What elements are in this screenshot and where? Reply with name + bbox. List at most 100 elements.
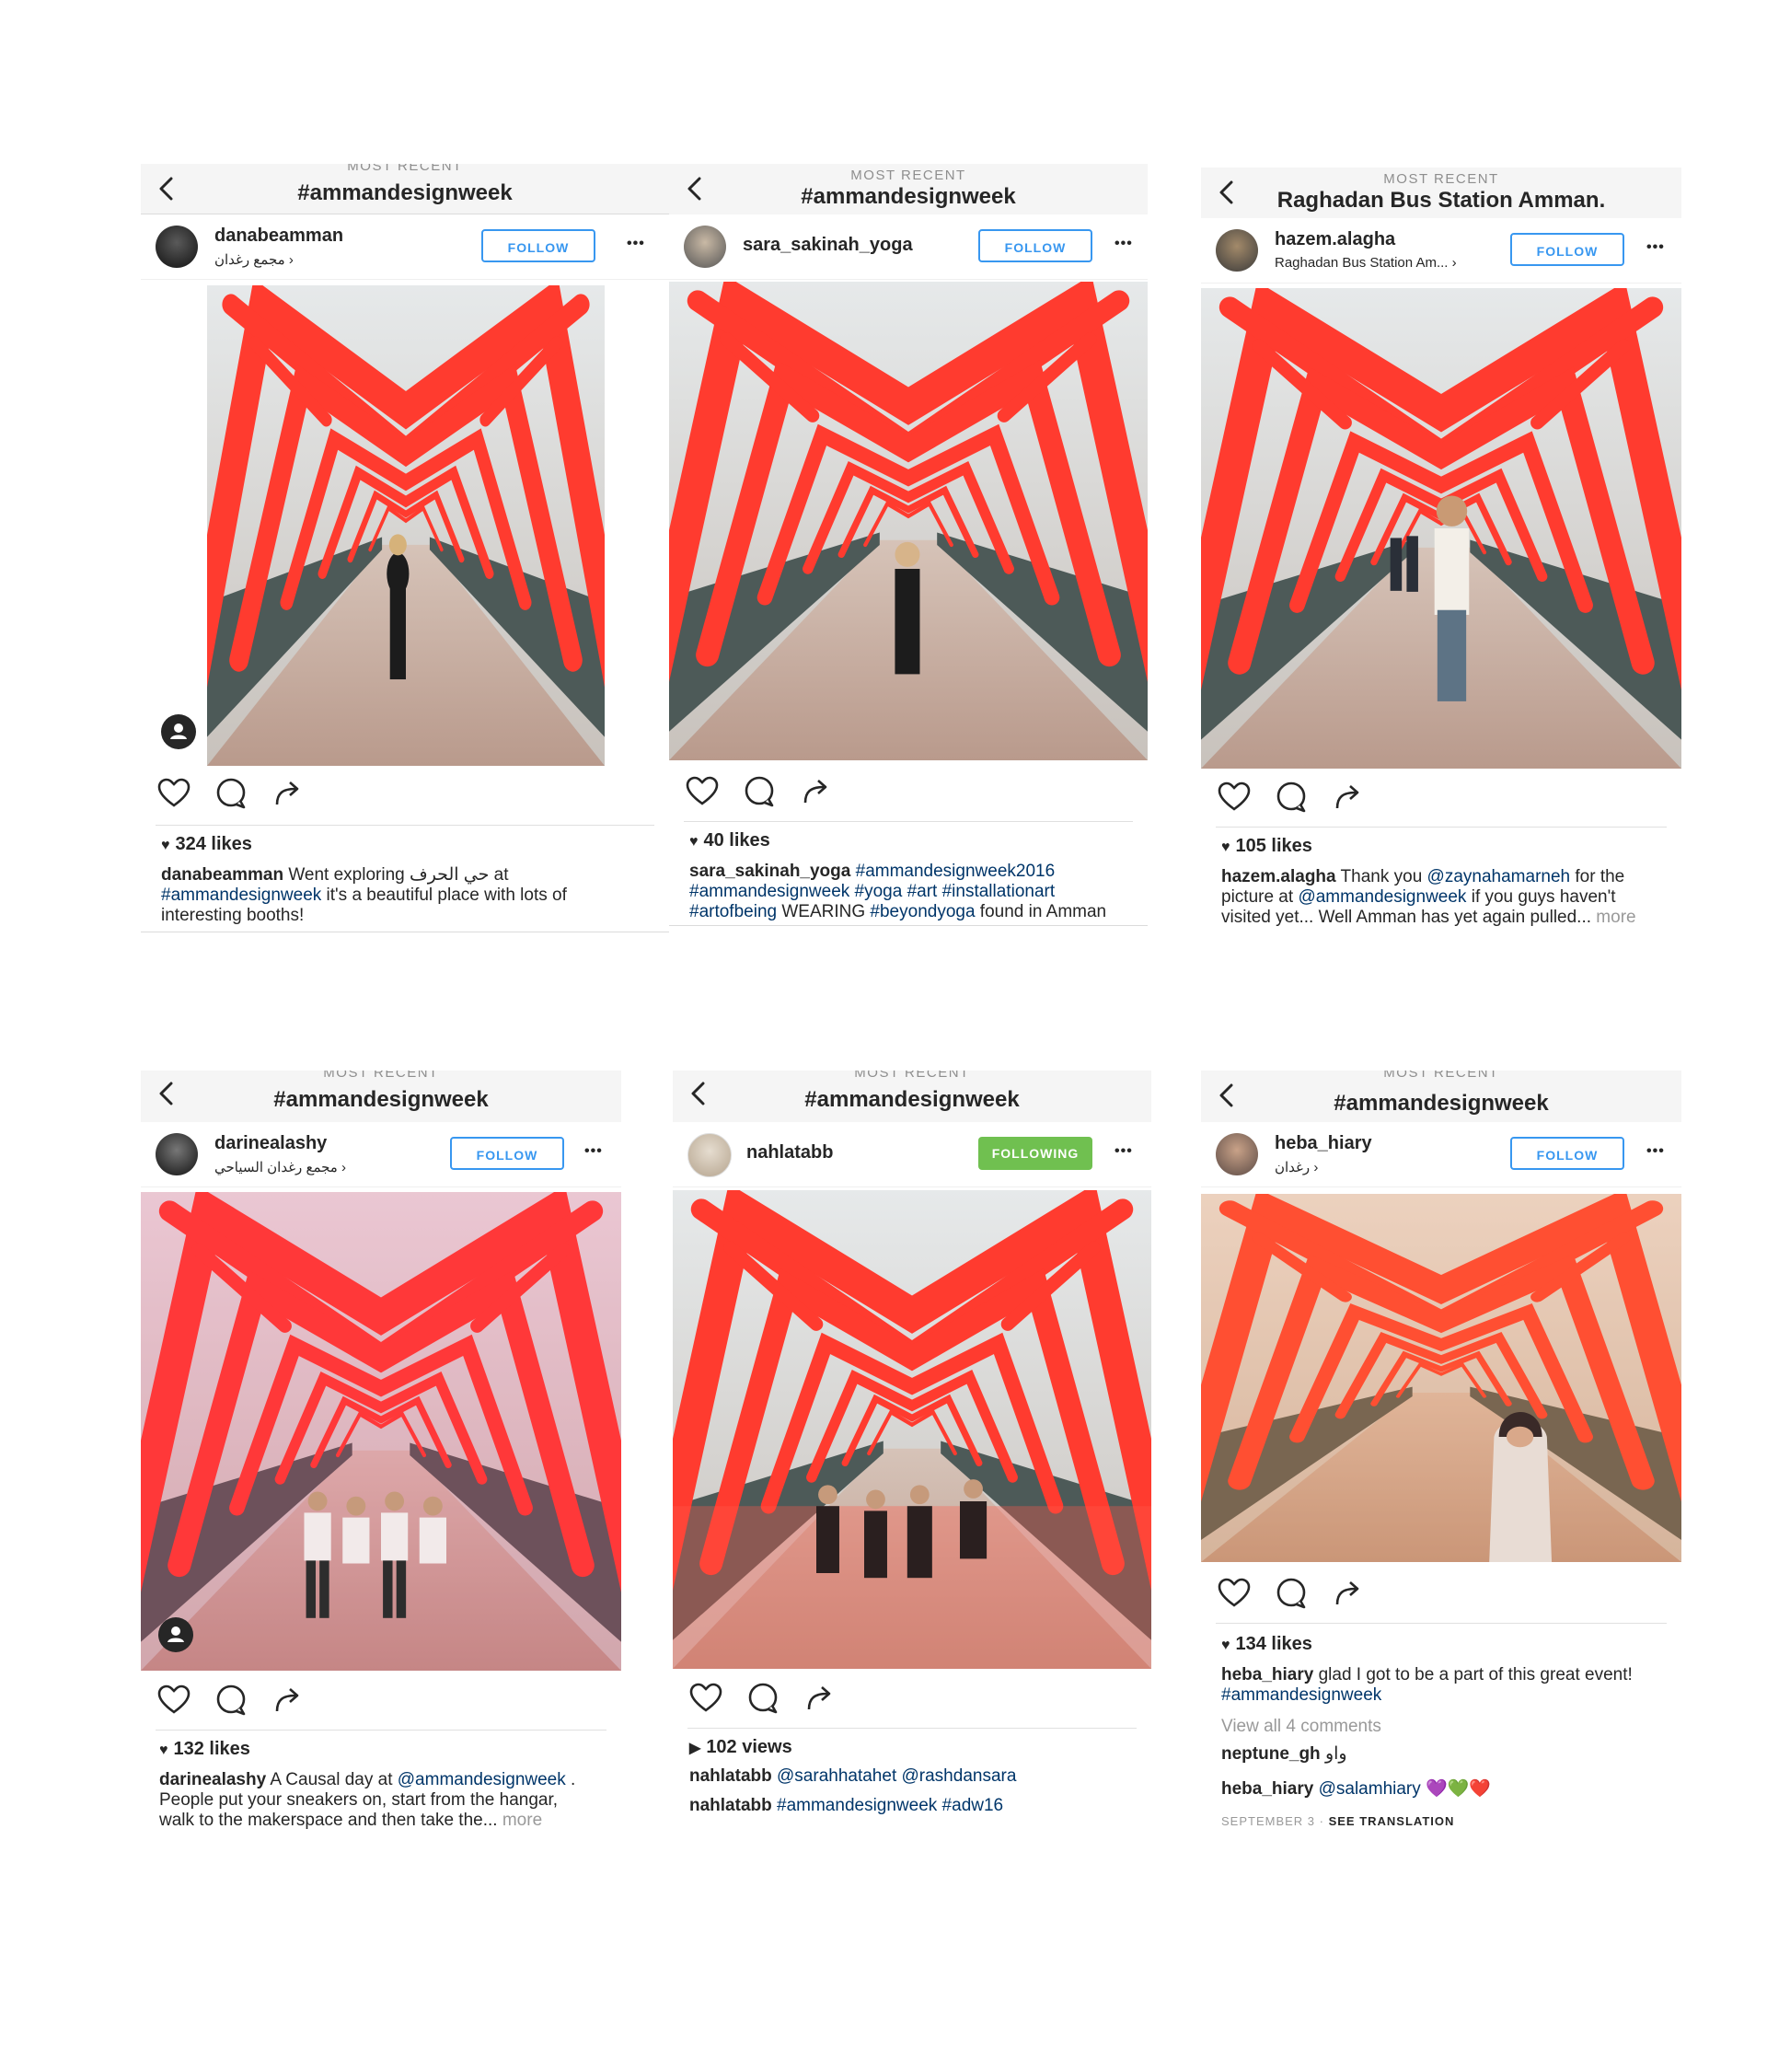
caption-username[interactable]: sara_sakinah_yoga: [689, 862, 850, 881]
more-link[interactable]: more: [502, 1811, 542, 1830]
location-link[interactable]: مجمع رغدان ›: [214, 251, 294, 268]
avatar[interactable]: [156, 226, 198, 268]
post-photo[interactable]: [673, 1190, 1151, 1669]
like-heart-icon[interactable]: [156, 775, 192, 812]
divider: [1216, 1623, 1667, 1624]
like-count[interactable]: ♥ 324 likes: [161, 834, 252, 855]
follow-button[interactable]: FOLLOW: [1510, 233, 1624, 266]
hashtag-link[interactable]: #ammandesignweek2016: [856, 862, 1056, 881]
following-button[interactable]: FOLLOWING: [978, 1137, 1092, 1170]
comment-username[interactable]: heba_hiary: [1221, 1779, 1313, 1799]
likes-text: 134 likes: [1235, 1634, 1312, 1654]
comment-bubble-icon[interactable]: [741, 773, 778, 810]
location-link[interactable]: رغدان ›: [1275, 1159, 1318, 1175]
share-arrow-icon[interactable]: [1330, 1575, 1367, 1612]
more-options-icon[interactable]: •••: [627, 235, 645, 253]
mention-link[interactable]: @zaynahamarneh: [1427, 867, 1571, 886]
mention-link[interactable]: @ammandesignweek: [398, 1770, 566, 1789]
hashtag-link[interactable]: #beyondyoga: [870, 902, 975, 921]
avatar[interactable]: [156, 1133, 198, 1175]
hashtag-link[interactable]: #ammandesignweek: [161, 886, 321, 905]
like-count[interactable]: ♥ 134 likes: [1221, 1634, 1312, 1655]
caption: heba_hiary glad I got to be a part of th…: [1221, 1665, 1681, 1706]
like-heart-icon[interactable]: [687, 1680, 724, 1717]
more-options-icon[interactable]: •••: [584, 1142, 603, 1161]
mention-link[interactable]: @salamhiary: [1319, 1779, 1421, 1799]
caption-username[interactable]: hazem.alagha: [1221, 867, 1336, 886]
comment: nahlatabb @sarahhatahet @rashdansara: [689, 1766, 1149, 1787]
like-count[interactable]: ♥ 40 likes: [689, 830, 770, 851]
emoji-hearts: 💜💚❤️: [1420, 1779, 1492, 1799]
comment-bubble-icon[interactable]: [213, 1682, 249, 1719]
post-photo[interactable]: [1201, 1194, 1681, 1562]
hashtag-link[interactable]: #ammandesignweek: [1221, 1685, 1381, 1705]
location-link[interactable]: مجمع رغدان السياحي ›: [214, 1159, 346, 1175]
post-header: heba_hiary رغدان › FOLLOW •••: [1201, 1122, 1681, 1187]
like-count[interactable]: ♥ 105 likes: [1221, 836, 1312, 857]
comment-bubble-icon[interactable]: [1273, 1575, 1310, 1612]
caption-text: .: [565, 1770, 576, 1789]
post-photo[interactable]: [1201, 288, 1681, 769]
more-options-icon[interactable]: •••: [1114, 235, 1133, 253]
post-photo[interactable]: [669, 282, 1148, 760]
follow-button[interactable]: FOLLOW: [1510, 1137, 1624, 1170]
follow-button[interactable]: FOLLOW: [450, 1137, 564, 1170]
avatar[interactable]: [684, 226, 726, 268]
comment: nahlatabb #ammandesignweek #adw16: [689, 1796, 1149, 1816]
location-link[interactable]: Raghadan Bus Station Am... ›: [1275, 255, 1457, 271]
mention-link[interactable]: @ammandesignweek: [1298, 887, 1466, 907]
share-arrow-icon[interactable]: [798, 773, 835, 810]
like-heart-icon[interactable]: [684, 773, 721, 810]
share-arrow-icon[interactable]: [1330, 779, 1367, 816]
more-options-icon[interactable]: •••: [1114, 1142, 1133, 1161]
like-heart-icon[interactable]: [156, 1682, 192, 1719]
caption-username[interactable]: danabeamman: [161, 865, 283, 885]
comment-username[interactable]: nahlatabb: [689, 1796, 772, 1815]
post-photo[interactable]: [207, 285, 605, 766]
caption-username[interactable]: darinealashy: [159, 1770, 266, 1789]
comment-bubble-icon[interactable]: [745, 1680, 781, 1717]
post-photo[interactable]: [141, 1192, 621, 1671]
tagged-user-icon[interactable]: [158, 1617, 193, 1652]
top-bar: MOST RECENT #ammandesignweek: [141, 1071, 621, 1123]
username[interactable]: danabeamman: [214, 226, 343, 247]
caption-text: People put your sneakers on, start from …: [159, 1790, 559, 1810]
caption-text: walk to the makerspace and then take the…: [159, 1811, 502, 1830]
avatar[interactable]: [1216, 229, 1258, 272]
comment-bubble-icon[interactable]: [213, 775, 249, 812]
share-arrow-icon[interactable]: [270, 1682, 306, 1719]
hashtag-link[interactable]: #artofbeing: [689, 902, 777, 921]
hashtag-link[interactable]: #ammandesignweek #adw16: [777, 1796, 1003, 1815]
post-card-1: MOST RECENT #ammandesignweek danabeamman…: [141, 164, 669, 932]
more-options-icon[interactable]: •••: [1646, 1142, 1665, 1161]
username[interactable]: heba_hiary: [1275, 1133, 1372, 1154]
share-arrow-icon[interactable]: [802, 1680, 838, 1717]
mention-link[interactable]: @sarahhatahet @rashdansara: [777, 1766, 1016, 1786]
username[interactable]: hazem.alagha: [1275, 229, 1395, 250]
more-link[interactable]: more: [1596, 908, 1635, 927]
username[interactable]: nahlatabb: [746, 1142, 833, 1163]
share-arrow-icon[interactable]: [270, 775, 306, 812]
caption-username[interactable]: heba_hiary: [1221, 1665, 1313, 1684]
view-all-comments-link[interactable]: View all 4 comments: [1221, 1717, 1381, 1737]
action-bar: [1216, 1575, 1387, 1612]
comment-text: واو: [1320, 1744, 1347, 1764]
username[interactable]: darinealashy: [214, 1133, 327, 1154]
avatar[interactable]: [1216, 1133, 1258, 1175]
comment-bubble-icon[interactable]: [1273, 779, 1310, 816]
follow-button[interactable]: FOLLOW: [481, 229, 595, 262]
like-heart-icon[interactable]: [1216, 1575, 1253, 1612]
like-count[interactable]: ♥ 132 likes: [159, 1739, 250, 1760]
see-translation-link[interactable]: SEE TRANSLATION: [1329, 1814, 1455, 1828]
hashtag-link[interactable]: #ammandesignweek #yoga #art #installatio…: [689, 882, 1055, 901]
more-options-icon[interactable]: •••: [1646, 238, 1665, 257]
like-heart-icon[interactable]: [1216, 779, 1253, 816]
view-count[interactable]: ▶ 102 views: [689, 1737, 792, 1758]
caption-text: WEARING: [777, 902, 871, 921]
comment-username[interactable]: neptune_gh: [1221, 1744, 1321, 1764]
username[interactable]: sara_sakinah_yoga: [743, 235, 913, 256]
avatar[interactable]: [687, 1133, 732, 1177]
comment-username[interactable]: nahlatabb: [689, 1766, 772, 1786]
tagged-user-icon[interactable]: [161, 714, 196, 749]
follow-button[interactable]: FOLLOW: [978, 229, 1092, 262]
